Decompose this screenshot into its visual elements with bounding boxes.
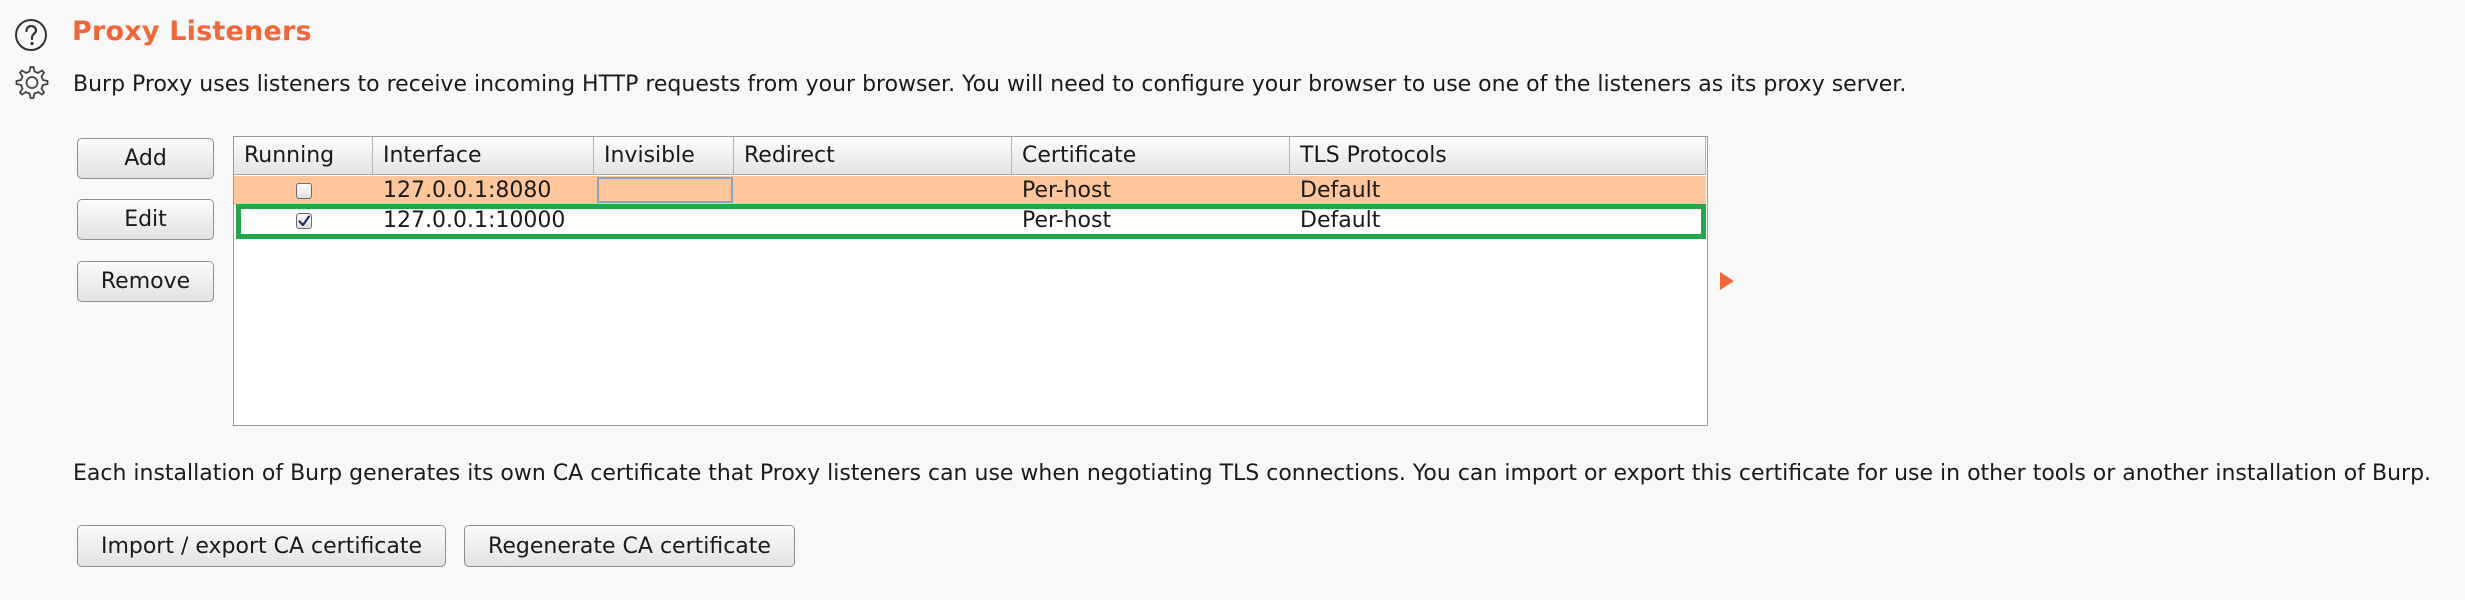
tls-protocols-cell: Default (1300, 178, 1381, 203)
redirect-cell (734, 176, 1012, 205)
column-header-redirect[interactable]: Redirect (734, 137, 1012, 174)
tls-protocols-cell: Default (1300, 208, 1381, 233)
help-icon[interactable] (14, 18, 48, 52)
table-header: Running Interface Invisible Redirect Cer… (234, 137, 1706, 175)
gear-icon[interactable] (14, 65, 50, 101)
checkmark-icon (297, 214, 310, 226)
interface-cell: 127.0.0.1:10000 (383, 208, 566, 233)
running-checkbox[interactable] (295, 182, 312, 199)
ca-description: Each installation of Burp generates its … (73, 461, 2432, 486)
running-checkbox[interactable] (295, 212, 312, 229)
interface-cell: 127.0.0.1:8080 (383, 178, 552, 203)
certificate-cell: Per-host (1022, 208, 1112, 233)
column-header-certificate[interactable]: Certificate (1012, 137, 1290, 174)
column-header-invisible[interactable]: Invisible (594, 137, 734, 174)
regenerate-ca-button[interactable]: Regenerate CA certificate (464, 525, 795, 567)
column-header-tls-protocols[interactable]: TLS Protocols (1290, 137, 1706, 174)
expand-arrow-icon[interactable] (1720, 272, 1734, 290)
import-export-ca-button[interactable]: Import / export CA certificate (77, 525, 446, 567)
remove-button[interactable]: Remove (77, 261, 214, 302)
add-button[interactable]: Add (77, 138, 214, 179)
edit-button[interactable]: Edit (77, 199, 214, 240)
invisible-cell (594, 206, 734, 235)
page-title: Proxy Listeners (72, 16, 312, 47)
table-row[interactable]: 127.0.0.1:8080 Per-host Default (234, 176, 1706, 205)
column-header-running[interactable]: Running (234, 137, 373, 174)
table-row[interactable]: 127.0.0.1:10000 Per-host Default (234, 206, 1706, 235)
listeners-table[interactable]: Running Interface Invisible Redirect Cer… (233, 136, 1708, 426)
running-cell (234, 206, 373, 235)
invisible-cell-editor[interactable] (597, 177, 733, 203)
certificate-cell: Per-host (1022, 178, 1112, 203)
redirect-cell (734, 206, 1012, 235)
running-cell (234, 176, 373, 205)
column-header-interface[interactable]: Interface (373, 137, 594, 174)
intro-text: Burp Proxy uses listeners to receive inc… (73, 72, 1907, 97)
proxy-listeners-panel: Proxy Listeners Burp Proxy uses listener… (0, 0, 2465, 600)
